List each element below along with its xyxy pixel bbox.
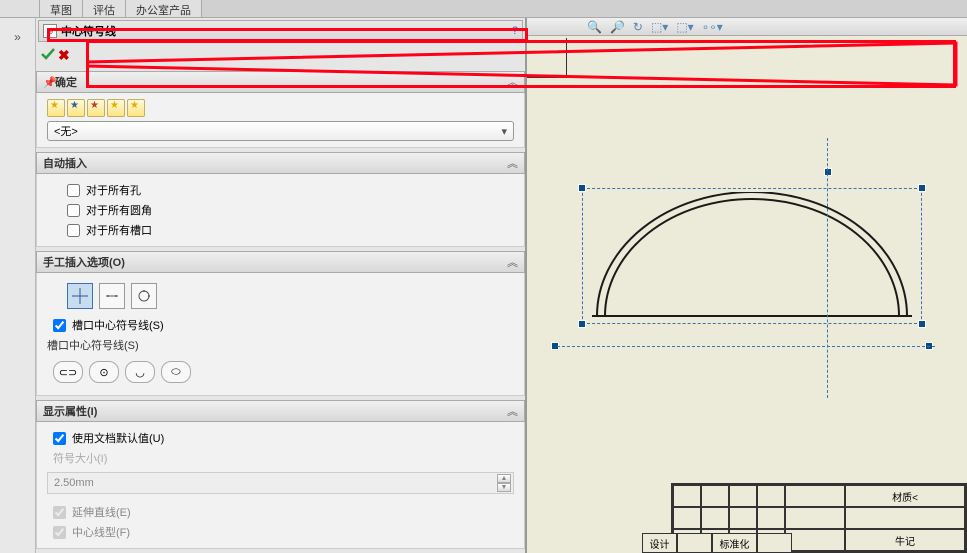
chk-ext-lines: 延伸直线(E) (47, 502, 514, 522)
confirm-ok-icon[interactable] (40, 46, 56, 65)
tab-office[interactable]: 办公室产品 (126, 0, 202, 17)
mark-size-label: 符号大小(I) (47, 448, 514, 468)
favorite-star-delete-icon[interactable] (87, 99, 105, 117)
centermark-circular-icon[interactable] (131, 283, 157, 309)
annotation-highlight-wide (86, 40, 956, 88)
slot-center-icon[interactable]: ⊙ (89, 361, 119, 383)
favorite-star-add-icon[interactable] (67, 99, 85, 117)
centermark-single-icon[interactable] (67, 283, 93, 309)
display-style-icon[interactable]: ⬚▾ (676, 20, 693, 34)
pin-icon: 📌 (43, 76, 55, 88)
section-manual-insert[interactable]: 手工插入选项(O) ︽ (36, 251, 525, 273)
mark-size-input: 2.50mm ▲▼ (47, 472, 514, 494)
chk-use-doc-defaults[interactable]: 使用文档默认值(U) (47, 428, 514, 448)
chk-all-slots[interactable]: 对于所有槽口 (47, 220, 514, 240)
chk-all-holes[interactable]: 对于所有孔 (47, 180, 514, 200)
chevron-right-icon[interactable]: » (14, 30, 21, 44)
centermark-linear-icon[interactable] (99, 283, 125, 309)
chk-all-fillets[interactable]: 对于所有圆角 (47, 200, 514, 220)
chk-slot-center[interactable]: 槽口中心符号线(S) (47, 315, 514, 335)
favorite-star-save-icon[interactable] (107, 99, 125, 117)
tb-design: 设计 (642, 533, 677, 553)
selection-handle[interactable] (918, 320, 926, 328)
slot-center-sublabel: 槽口中心符号线(S) (47, 335, 514, 357)
left-gutter: » (0, 18, 36, 553)
selection-handle[interactable] (918, 184, 926, 192)
favorite-dropdown[interactable]: <无> (47, 121, 514, 141)
chevron-up-icon: ︽ (507, 403, 518, 419)
title-block-left: 设计 标准化 (642, 533, 792, 553)
chevron-up-icon: ︽ (507, 254, 518, 270)
slot-full-icon[interactable]: ⬭ (161, 361, 191, 383)
section-display[interactable]: 显示属性(I) ︽ (36, 400, 525, 422)
spin-down-icon: ▼ (497, 483, 511, 492)
rotate-icon[interactable]: ↻ (633, 20, 643, 34)
auto-insert-label: 自动插入 (43, 155, 507, 171)
favorite-star-default-icon[interactable] (47, 99, 65, 117)
zoom-fit-icon[interactable]: 🔍 (587, 20, 602, 34)
selection-handle[interactable] (824, 168, 832, 176)
selection-handle[interactable] (578, 184, 586, 192)
tb-std: 标准化 (712, 533, 757, 553)
favorite-selected: <无> (54, 123, 78, 139)
tab-sketch[interactable]: 草图 (40, 0, 83, 17)
view-toolbar: 🔍 🔎 ↻ ⬚▾ ⬚▾ ∘∘▾ (527, 18, 967, 36)
display-label: 显示属性(I) (43, 403, 507, 419)
chevron-up-icon: ︽ (507, 155, 518, 171)
slot-arc-icon[interactable]: ◡ (125, 361, 155, 383)
view-orient-icon[interactable]: ⬚▾ (651, 20, 668, 34)
section-auto-insert[interactable]: 自动插入 ︽ (36, 152, 525, 174)
confirm-cancel-icon[interactable]: ✖ (58, 47, 70, 64)
more-icon[interactable]: ∘∘▾ (702, 20, 723, 34)
spin-up-icon: ▲ (497, 474, 511, 483)
tb-material: 材质< (845, 485, 965, 507)
tb-sign: 牛记 (845, 529, 965, 551)
selection-handle[interactable] (578, 320, 586, 328)
favorite-star-load-icon[interactable] (127, 99, 145, 117)
zoom-area-icon[interactable]: 🔎 (610, 20, 625, 34)
mark-size-value: 2.50mm (54, 477, 94, 489)
tab-blank[interactable] (0, 0, 40, 17)
slot-ends-icon[interactable]: ⊂⊃ (53, 361, 83, 383)
centerline-horizontal (557, 346, 935, 347)
centerline-vertical (827, 138, 828, 398)
manual-insert-label: 手工插入选项(O) (43, 254, 507, 270)
chk-center-type: 中心线型(F) (47, 522, 514, 542)
tab-evaluate[interactable]: 评估 (83, 0, 126, 17)
arc-geometry (587, 192, 917, 320)
